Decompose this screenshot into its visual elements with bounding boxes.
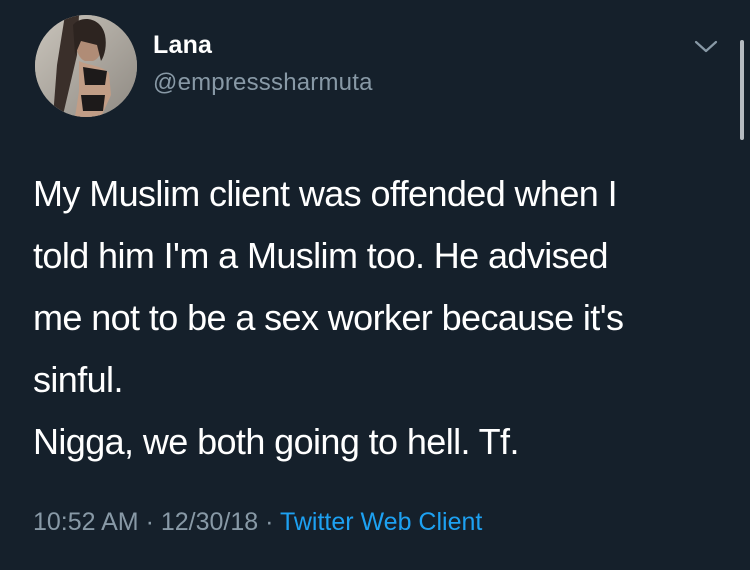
meta-separator: · bbox=[138, 508, 161, 536]
tweet-text-line: sinful. bbox=[33, 359, 123, 400]
tweet-text-line: me not to be a sex worker because it's bbox=[33, 297, 624, 338]
avatar-photo bbox=[35, 15, 137, 117]
meta-separator: · bbox=[258, 508, 280, 536]
avatar[interactable] bbox=[35, 15, 137, 117]
user-handle[interactable]: @empresssharmuta bbox=[153, 69, 373, 97]
scrollbar[interactable] bbox=[740, 40, 744, 140]
tweet-metadata: 10:52 AM · 12/30/18 · Twitter Web Client bbox=[33, 508, 482, 537]
tweet-time[interactable]: 10:52 AM bbox=[33, 508, 139, 536]
tweet-card: Lana @empresssharmuta My Muslim client w… bbox=[0, 0, 750, 570]
tweet-text-line: told him I'm a Muslim too. He advised bbox=[33, 235, 609, 276]
chevron-down-icon[interactable] bbox=[693, 36, 719, 56]
tweet-text-line: My Muslim client was offended when I bbox=[33, 173, 618, 214]
tweet-date[interactable]: 12/30/18 bbox=[161, 508, 258, 536]
tweet-text-line: Nigga, we both going to hell. Tf. bbox=[33, 421, 519, 462]
tweet-source-link[interactable]: Twitter Web Client bbox=[280, 508, 482, 536]
display-name[interactable]: Lana bbox=[153, 31, 212, 60]
tweet-text: My Muslim client was offended when I tol… bbox=[33, 163, 723, 473]
